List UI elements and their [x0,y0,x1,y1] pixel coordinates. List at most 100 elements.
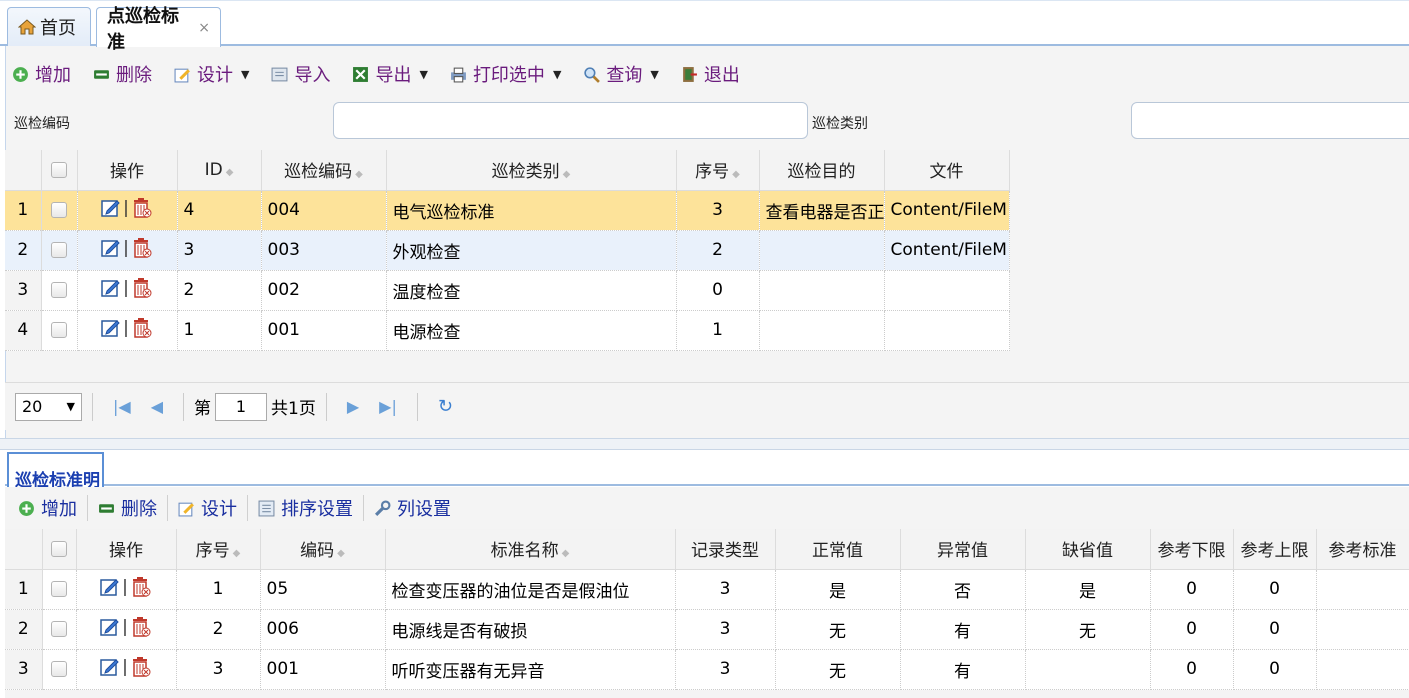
add-label: 增加 [35,65,71,86]
row-checkbox[interactable] [42,569,77,610]
page-number-input[interactable]: 1 [215,392,268,421]
delete-button[interactable]: 删除 [93,61,152,87]
sort-icon: ◆ [355,169,363,181]
cell-ref-low: 0 [1150,569,1234,610]
col-code-label: 编码 [300,541,335,562]
trash-icon[interactable] [131,197,153,219]
cell-file: Content/FileM [884,190,1010,231]
trash-icon[interactable] [131,277,153,299]
trash-icon[interactable] [131,317,153,339]
trash-icon[interactable] [131,237,153,259]
table-row[interactable]: 2 | 2 006 电源线是否有破损 3 无有无 0 0 [5,609,1409,650]
edit-icon[interactable] [101,198,121,218]
separator: | [123,198,129,218]
design-button[interactable]: 设计 ▼ [174,61,249,87]
col-normal-value: 正常值 [775,529,901,570]
col-operation: 操作 [77,150,178,191]
table-row[interactable]: 1 | 1 05 检查变压器的油位是否是假油位 3 是否是 0 0 [5,569,1409,610]
col-seq[interactable]: 序号 ◆ [676,150,760,191]
cell-ref-standard [1316,569,1409,610]
detail-design-label: 设计 [201,499,237,520]
table-row[interactable]: 1 | 4 004 电气巡检标准 3 查看电器是否正 Content/FileM [5,190,1010,231]
first-page-icon[interactable]: |◀ [113,397,131,416]
col-file: 文件 [884,150,1010,191]
refresh-icon[interactable]: ↻ [438,396,453,417]
col-type-label: 巡检类别 [491,162,560,183]
sort-settings-button[interactable]: 排序设置 [258,495,364,521]
prev-page-icon[interactable]: ◀ [151,397,163,416]
cell-id: 2 [177,270,262,311]
cell-record-type: 3 [675,649,776,690]
cell-file [884,310,1010,351]
edit-icon[interactable] [100,577,120,597]
cell-code: 001 [261,310,387,351]
row-number: 1 [5,569,43,610]
chevron-down-icon: ▼ [650,67,659,81]
edit-icon[interactable] [101,318,121,338]
design-icon [178,502,194,516]
chevron-down-icon: ▼ [66,400,75,413]
cell-id: 4 [177,190,262,231]
select-all-checkbox[interactable] [41,150,78,191]
col-id[interactable]: ID ◆ [177,150,262,191]
col-code[interactable]: 巡检编码 ◆ [261,150,387,191]
table-row[interactable]: 4 | 1 001 电源检查 1 [5,310,1010,351]
detail-design-button[interactable]: 设计 [178,495,248,521]
import-button[interactable]: 导入 [271,61,330,87]
detail-add-button[interactable]: 增加 [18,495,88,521]
edit-icon[interactable] [100,657,120,677]
trash-icon[interactable] [130,616,152,638]
exit-button[interactable]: 退出 [681,61,740,87]
query-button[interactable]: 查询 ▼ [583,61,659,87]
cell-purpose [759,230,885,271]
cell-default-value: 无 [1025,609,1151,650]
cell-purpose [759,270,885,311]
tab-home[interactable]: 首页 [7,7,91,46]
export-button[interactable]: 导出 ▼ [352,61,428,87]
print-selected-button[interactable]: 打印选中 ▼ [450,61,561,87]
col-seq[interactable]: 序号 ◆ [176,529,261,570]
cell-type: 外观检查 [386,230,677,271]
row-checkbox[interactable] [41,310,78,351]
last-page-icon[interactable]: ▶| [379,397,397,416]
table-row[interactable]: 2 | 3 003 外观检查 2 Content/FileM [5,230,1010,271]
col-type[interactable]: 巡检类别 ◆ [386,150,677,191]
next-page-icon[interactable]: ▶ [347,397,359,416]
table-row[interactable]: 3 | 3 001 听听变压器有无异音 3 无有 0 0 [5,649,1409,690]
select-all-checkbox[interactable] [42,529,77,570]
cell-record-type: 3 [675,569,776,610]
add-button[interactable]: 增加 [12,61,71,87]
cell-default-value: 是 [1025,569,1151,610]
table-header-row: 操作 ID ◆ 巡检编码 ◆ 巡检类别 ◆ 序号 ◆ 巡检目的 文件 [5,150,1010,191]
tab-inspection-standard[interactable]: 点巡检标准 × [96,6,221,53]
row-checkbox[interactable] [41,190,78,231]
tab-detail[interactable]: 巡检标准明 [7,452,104,491]
page-size-select[interactable]: 20 ▼ [15,392,82,421]
edit-icon[interactable] [100,617,120,637]
trash-icon[interactable] [130,656,152,678]
detail-delete-button[interactable]: 删除 [98,495,168,521]
panel-splitter[interactable] [0,438,1409,450]
column-settings-button[interactable]: 列设置 [374,495,461,521]
col-standard-name[interactable]: 标准名称 ◆ [385,529,676,570]
row-checkbox[interactable] [42,649,77,690]
table-row[interactable]: 3 | 2 002 温度检查 0 [5,270,1010,311]
edit-icon[interactable] [101,278,121,298]
row-number: 4 [5,310,42,351]
row-checkbox[interactable] [41,230,78,271]
filter-type-input[interactable] [1131,102,1409,139]
cell-seq: 2 [176,609,261,650]
print-label: 打印选中 [472,65,545,86]
close-icon[interactable]: × [198,20,210,36]
tab-home-label: 首页 [40,18,76,39]
row-checkbox[interactable] [41,270,78,311]
cell-ref-high: 0 [1233,569,1317,610]
trash-icon[interactable] [130,576,152,598]
cell-normal-value: 是 [775,569,901,610]
row-checkbox[interactable] [42,609,77,650]
standard-detail-table: 操作 序号 ◆ 编码 ◆ 标准名称 ◆ 记录类型 正常值 异常值 缺省值 参考下限 参… [5,529,1409,690]
row-operations: | [77,230,178,271]
edit-icon[interactable] [101,238,121,258]
col-code[interactable]: 编码 ◆ [260,529,386,570]
filter-code-input[interactable] [333,102,808,139]
